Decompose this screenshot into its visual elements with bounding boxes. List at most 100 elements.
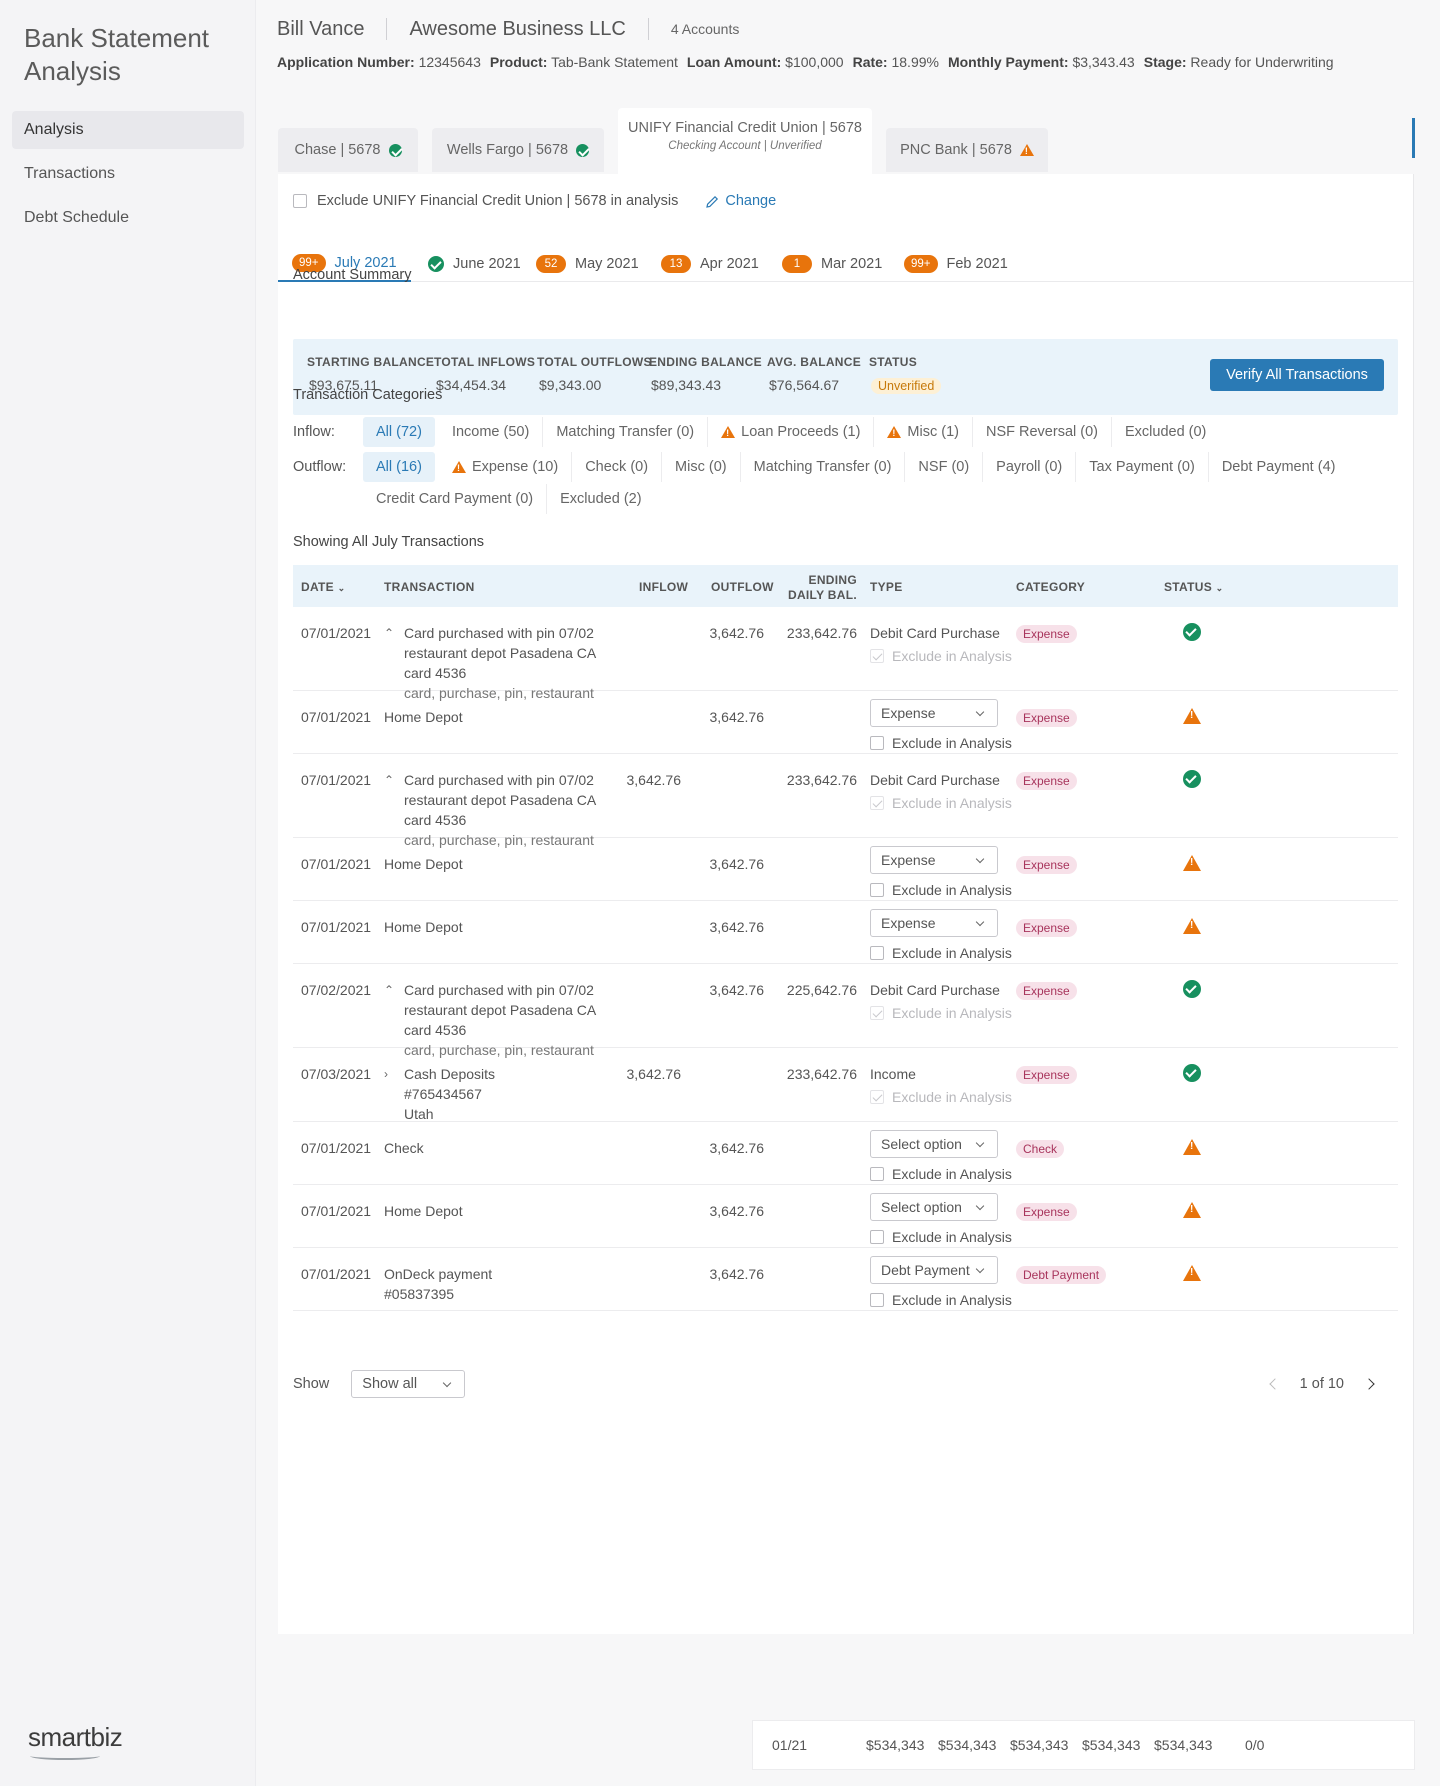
- debt-schedule-cell: $534,343: [1010, 1737, 1069, 1753]
- bank-tab-label: Chase | 5678: [294, 142, 381, 158]
- row-ending-balance: 233,642.76: [786, 772, 857, 788]
- detail-value: Tab-Bank Statement: [551, 54, 678, 70]
- col-date-header[interactable]: DATE ⌄: [301, 580, 345, 594]
- tab-month-4[interactable]: 13 Apr 2021: [647, 246, 773, 282]
- filter-chip[interactable]: NSF (0): [905, 452, 984, 482]
- exclude-in-analysis[interactable]: Exclude in Analysis: [870, 733, 1012, 753]
- bank-tab-subtitle: Checking Account | Unverified: [668, 140, 822, 152]
- row-ending-balance: 233,642.76: [786, 1066, 857, 1082]
- filter-chip[interactable]: Expense (10): [439, 452, 573, 482]
- table-row: 07/01/2021 Home Depot 3,642.76 Expense Exclu…: [293, 901, 1398, 964]
- table-row: 07/01/2021 ⌃ Card purchased with pin 07/02…: [293, 754, 1398, 848]
- filter-chip[interactable]: NSF Reversal (0): [973, 417, 1112, 447]
- exclude-checkbox[interactable]: [870, 736, 884, 750]
- exclude-checkbox[interactable]: [870, 946, 884, 960]
- tab-month-6[interactable]: 99+ Feb 2021: [890, 246, 1022, 282]
- transaction-line: restaurant depot Pasadena CA: [404, 1002, 597, 1018]
- col-date-label: DATE: [301, 580, 334, 594]
- debt-schedule-cell: 01/21: [772, 1737, 808, 1753]
- exclude-account-checkbox[interactable]: [293, 194, 307, 208]
- filter-chip[interactable]: Tax Payment (0): [1076, 452, 1209, 482]
- tab-bank-4[interactable]: PNC Bank | 5678: [886, 128, 1048, 172]
- row-category: Check: [1016, 1138, 1065, 1158]
- col-status-label: STATUS: [1164, 580, 1213, 594]
- filter-chip[interactable]: All (72): [363, 417, 435, 447]
- filter-chip[interactable]: Check (0): [572, 452, 663, 482]
- col-status-header[interactable]: STATUS ⌄: [1164, 580, 1224, 594]
- transaction-line: Home Depot: [384, 919, 463, 935]
- row-outflow: 3,642.76: [709, 625, 765, 641]
- filter-chip-label: Debt Payment (4): [1221, 459, 1336, 475]
- exclude-checkbox[interactable]: [870, 1167, 884, 1181]
- col-outflow-header: OUTFLOW: [711, 580, 774, 594]
- transaction-text: Home Depot: [384, 707, 463, 727]
- transaction-line: restaurant depot Pasadena CA: [404, 792, 597, 808]
- tab-month-2[interactable]: June 2021: [414, 246, 535, 282]
- filter-chip[interactable]: Matching Transfer (0): [543, 417, 709, 447]
- sidebar-item-debt-schedule[interactable]: Debt Schedule: [12, 199, 244, 237]
- month-tab-label: Mar 2021: [821, 256, 883, 272]
- prev-page-icon[interactable]: [1264, 1373, 1286, 1395]
- debt-schedule-cell: 0/0: [1245, 1737, 1265, 1753]
- row-type: Expense Exclude in Analysis: [870, 909, 1012, 963]
- transaction-text: Check: [384, 1138, 424, 1158]
- type-select[interactable]: Expense: [870, 699, 998, 727]
- row-date: 07/01/2021: [301, 919, 372, 935]
- tab-bank-3[interactable]: UNIFY Financial Credit Union | 5678 Check…: [618, 108, 872, 174]
- exclude-checkbox[interactable]: [870, 1230, 884, 1244]
- detail-key: Monthly Payment:: [947, 54, 1069, 70]
- type-select[interactable]: Select option: [870, 1130, 998, 1158]
- row-category: Expense: [1016, 1064, 1077, 1084]
- sidebar-item-analysis[interactable]: Analysis: [12, 111, 244, 149]
- month-tab-label: Feb 2021: [946, 256, 1008, 272]
- transaction-line: Card purchased with pin 07/02: [404, 625, 594, 641]
- sidebar-item-transactions[interactable]: Transactions: [12, 155, 244, 193]
- tab-month-3[interactable]: 52 May 2021: [522, 246, 653, 282]
- count-badge: 52: [536, 255, 566, 273]
- bank-tab-label: PNC Bank | 5678: [900, 142, 1012, 158]
- debt-schedule-cell: $534,343: [1082, 1737, 1141, 1753]
- type-select[interactable]: Debt Payment: [870, 1256, 998, 1284]
- exclude-label: Exclude in Analysis: [892, 945, 1012, 961]
- page-size-control: Show Show all: [293, 1370, 466, 1398]
- avg-balance: AVG. BALANCE $76,564.67: [767, 355, 861, 393]
- row-category: Debt Payment: [1016, 1264, 1107, 1284]
- filter-chip[interactable]: Matching Transfer (0): [741, 452, 906, 482]
- row-outflow: 3,642.76: [709, 709, 765, 725]
- type-select[interactable]: Select option: [870, 1193, 998, 1221]
- filter-chip[interactable]: Excluded (0): [1112, 417, 1219, 447]
- check-circle-icon: [1183, 623, 1201, 642]
- filter-chip[interactable]: Debt Payment (4): [1209, 452, 1349, 482]
- chevron-right-icon[interactable]: ›: [384, 1064, 404, 1124]
- bank-tab-label: UNIFY Financial Credit Union | 5678: [628, 120, 862, 136]
- type-select[interactable]: Expense: [870, 846, 998, 874]
- filter-chip[interactable]: All (16): [363, 452, 435, 482]
- change-link[interactable]: Change: [706, 193, 776, 209]
- exclude-in-analysis[interactable]: Exclude in Analysis: [870, 880, 1012, 900]
- filter-chip[interactable]: Credit Card Payment (0): [363, 484, 548, 514]
- filter-chip[interactable]: Loan Proceeds (1): [708, 417, 875, 447]
- filter-chip[interactable]: Payroll (0): [983, 452, 1077, 482]
- exclude-checkbox[interactable]: [870, 1293, 884, 1307]
- tab-bank-1[interactable]: Chase | 5678: [278, 128, 418, 172]
- exclude-in-analysis[interactable]: Exclude in Analysis: [870, 943, 1012, 963]
- tab-month-5[interactable]: 1 Mar 2021: [768, 246, 896, 282]
- next-page-icon[interactable]: [1358, 1373, 1380, 1395]
- filter-chip[interactable]: Income (50): [439, 417, 544, 447]
- row-outflow: 3,642.76: [709, 1140, 765, 1156]
- exclude-in-analysis[interactable]: Exclude in Analysis: [870, 1290, 1012, 1310]
- filter-chip[interactable]: Misc (0): [662, 452, 741, 482]
- exclude-checkbox[interactable]: [870, 883, 884, 897]
- tab-bank-2[interactable]: Wells Fargo | 5678: [432, 128, 604, 172]
- filter-chip[interactable]: Misc (1): [874, 417, 973, 447]
- exclude-in-analysis[interactable]: Exclude in Analysis: [870, 1164, 1012, 1184]
- filter-chip[interactable]: Excluded (2): [547, 484, 654, 514]
- outflow-filters-continued: Credit Card Payment (0) Excluded (2): [293, 484, 655, 514]
- type-select[interactable]: Expense: [870, 909, 998, 937]
- account-summary-title: Account Summary: [293, 267, 412, 283]
- table-row: 07/01/2021 Home Depot 3,642.76 Expense Exclu…: [293, 691, 1398, 754]
- verify-all-transactions-button[interactable]: Verify All Transactions: [1210, 359, 1384, 391]
- transaction-line: restaurant depot Pasadena CA: [404, 645, 597, 661]
- page-size-select[interactable]: Show all: [351, 1370, 466, 1398]
- exclude-in-analysis[interactable]: Exclude in Analysis: [870, 1227, 1012, 1247]
